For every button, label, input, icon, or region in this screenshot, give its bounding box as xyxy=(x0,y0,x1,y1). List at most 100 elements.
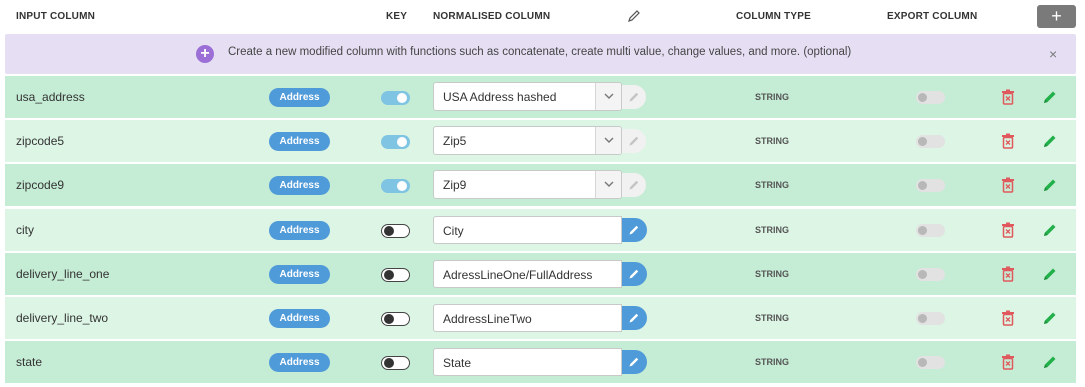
pencil-icon xyxy=(622,85,646,109)
normalised-column-value: AdressLineOne/FullAddress xyxy=(443,267,593,282)
trash-icon[interactable] xyxy=(1001,222,1015,238)
normalised-column-value: State xyxy=(443,356,472,371)
edit-icon[interactable] xyxy=(1042,266,1058,282)
export-toggle[interactable] xyxy=(916,267,945,281)
key-toggle[interactable] xyxy=(381,223,410,238)
normalised-column-input[interactable]: State xyxy=(433,348,622,377)
normalised-column-select[interactable]: Zip5 xyxy=(433,126,622,156)
key-toggle[interactable] xyxy=(381,179,410,194)
address-badge[interactable]: Address xyxy=(269,88,330,107)
address-badge[interactable]: Address xyxy=(269,176,330,196)
toggle-knob xyxy=(918,93,927,102)
column-type-label: STRING xyxy=(755,268,790,279)
address-badge[interactable]: Address xyxy=(269,353,330,373)
edit-icon[interactable] xyxy=(1042,89,1058,105)
normalised-column-value: AddressLineTwo xyxy=(443,312,532,326)
header-normalised-column: NORMALISED COLUMN xyxy=(433,11,551,22)
toggle-knob xyxy=(384,358,394,369)
chevron-down-icon[interactable] xyxy=(595,171,621,199)
normalised-column-input[interactable]: AddressLineTwo xyxy=(433,304,622,332)
pencil-icon xyxy=(622,129,646,154)
toggle-knob xyxy=(397,181,407,192)
trash-icon[interactable] xyxy=(1001,177,1015,194)
address-badge[interactable]: Address xyxy=(269,264,330,284)
trash-icon[interactable] xyxy=(1001,354,1015,370)
toggle-knob xyxy=(384,225,394,236)
normalised-column-value: Zip9 xyxy=(443,178,467,193)
column-type-label: STRING xyxy=(755,92,790,102)
add-circle-icon[interactable]: + xyxy=(196,45,214,63)
trash-icon[interactable] xyxy=(1001,266,1015,282)
table-row: usa_address Address USA Address hashed STRI… xyxy=(5,76,1076,118)
column-type-label: STRING xyxy=(755,136,790,147)
address-badge[interactable]: Address xyxy=(269,132,330,152)
normalised-column-value: City xyxy=(443,223,464,238)
export-toggle[interactable] xyxy=(916,91,945,104)
edit-icon[interactable] xyxy=(1042,177,1058,193)
input-column-name: zipcode9 xyxy=(16,178,65,193)
key-toggle[interactable] xyxy=(381,312,410,326)
close-icon[interactable]: × xyxy=(1049,46,1057,62)
normalised-column-value: Zip5 xyxy=(443,134,467,149)
create-column-banner: + Create a new modified column with func… xyxy=(5,34,1076,74)
table-row: state Address State STRING xyxy=(5,341,1076,384)
pencil-icon[interactable] xyxy=(622,261,647,286)
normalised-column-input[interactable]: AdressLineOne/FullAddress xyxy=(433,259,622,288)
input-column-name: delivery_line_two xyxy=(16,311,109,325)
header-export-column: EXPORT COLUMN xyxy=(887,11,978,22)
toggle-knob xyxy=(384,314,394,324)
column-type-label: STRING xyxy=(755,224,790,235)
trash-icon[interactable] xyxy=(1001,310,1015,326)
toggle-knob xyxy=(918,137,927,147)
edit-icon[interactable] xyxy=(1042,310,1058,326)
export-toggle[interactable] xyxy=(916,223,945,237)
toggle-knob xyxy=(384,269,394,280)
column-type-label: STRING xyxy=(755,313,790,323)
toggle-knob xyxy=(918,225,927,235)
pencil-icon xyxy=(622,173,646,198)
pencil-icon[interactable] xyxy=(622,350,647,375)
input-column-name: zipcode5 xyxy=(16,134,65,149)
export-toggle[interactable] xyxy=(916,356,945,370)
edit-icon[interactable] xyxy=(1042,354,1058,370)
key-toggle[interactable] xyxy=(381,267,410,282)
export-toggle[interactable] xyxy=(916,179,945,193)
trash-icon[interactable] xyxy=(1001,89,1015,105)
trash-icon[interactable] xyxy=(1001,133,1015,149)
table-row: zipcode5 Address Zip5 STRING xyxy=(5,120,1076,163)
toggle-knob xyxy=(397,137,407,148)
pencil-icon[interactable] xyxy=(622,306,647,330)
export-toggle[interactable] xyxy=(916,312,945,325)
key-toggle[interactable] xyxy=(381,135,410,150)
table-row: delivery_line_two Address AddressLineTwo ST… xyxy=(5,297,1076,339)
column-type-label: STRING xyxy=(755,357,790,368)
key-toggle[interactable] xyxy=(381,91,410,105)
input-column-name: delivery_line_one xyxy=(16,266,110,281)
column-type-label: STRING xyxy=(755,180,790,191)
chevron-down-icon[interactable] xyxy=(595,127,621,155)
key-toggle[interactable] xyxy=(381,356,410,371)
add-column-button[interactable]: + xyxy=(1037,5,1076,28)
address-badge[interactable]: Address xyxy=(269,309,330,328)
table-row: delivery_line_one Address AdressLineOne/Fu… xyxy=(5,252,1076,295)
chevron-down-icon[interactable] xyxy=(595,83,621,110)
toggle-knob xyxy=(918,269,927,279)
edit-icon[interactable] xyxy=(1042,222,1058,238)
normalised-column-value: USA Address hashed xyxy=(443,90,557,104)
normalised-column-input[interactable]: City xyxy=(433,215,622,244)
pencil-icon xyxy=(627,9,641,23)
header-key: KEY xyxy=(386,11,408,22)
header-input-column: INPUT COLUMN xyxy=(16,11,96,22)
toggle-knob xyxy=(918,314,927,323)
normalised-column-select[interactable]: Zip9 xyxy=(433,170,622,200)
address-badge[interactable]: Address xyxy=(269,220,330,240)
normalised-column-select[interactable]: USA Address hashed xyxy=(433,82,622,111)
export-toggle[interactable] xyxy=(916,135,945,149)
edit-icon[interactable] xyxy=(1042,133,1058,149)
toggle-knob xyxy=(918,181,927,191)
input-column-name: state xyxy=(16,355,43,370)
pencil-icon[interactable] xyxy=(622,217,647,242)
header-column-type: COLUMN TYPE xyxy=(736,11,811,22)
toggle-knob xyxy=(397,93,407,103)
table-header: INPUT COLUMN KEY NORMALISED COLUMN COLUM… xyxy=(0,0,1085,32)
